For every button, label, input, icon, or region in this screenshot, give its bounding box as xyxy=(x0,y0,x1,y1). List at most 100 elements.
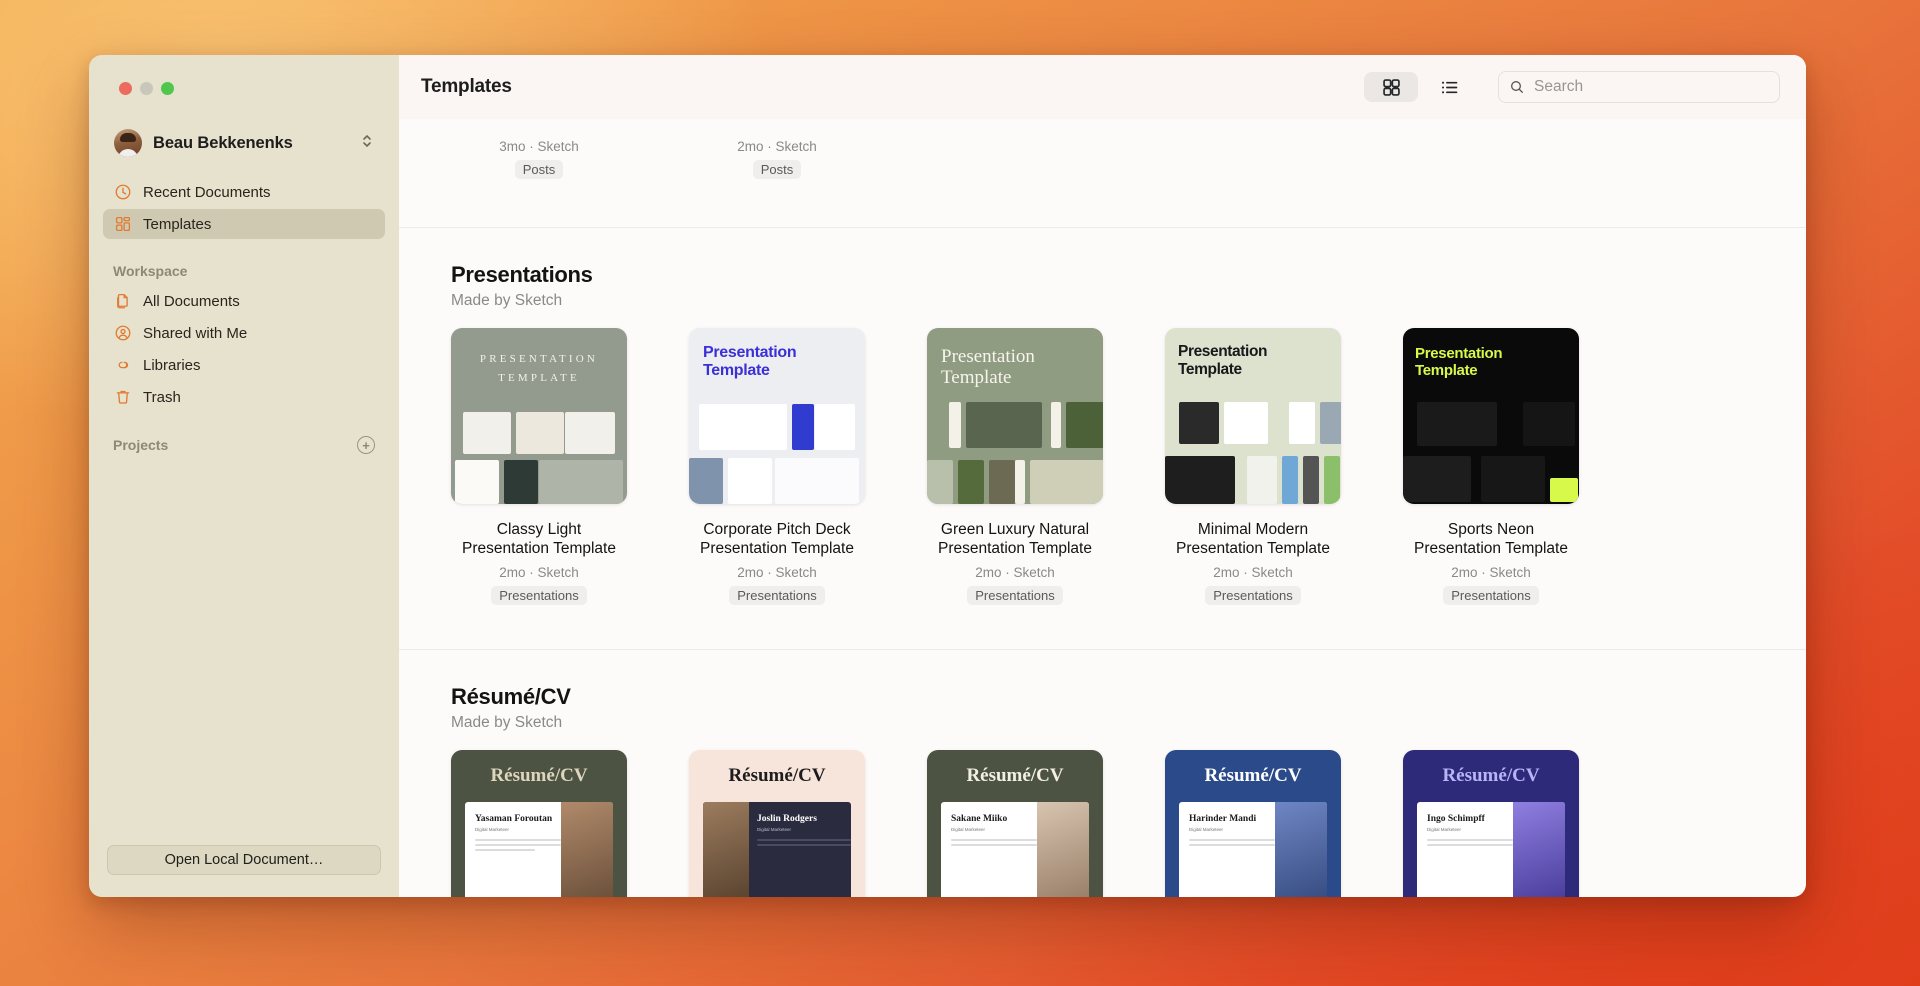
resume-grid: Résumé/CV Yasaman Foroutan Digital Marke… xyxy=(399,732,1806,897)
card-meta: 2mo · Sketch xyxy=(451,565,627,580)
search-icon xyxy=(1509,79,1525,95)
template-card[interactable]: 2mo · Sketch Posts xyxy=(689,125,865,179)
section-presentations: Presentations Made by Sketch PRESENTATIO… xyxy=(399,228,1806,605)
thumbnail-title: Presentation Template xyxy=(1178,343,1331,378)
card-badge: Posts xyxy=(753,160,802,179)
resume-person-name: Joslin Rodgers xyxy=(757,814,851,824)
resume-person-role: Digital Marketeer xyxy=(1427,827,1513,832)
account-name: Beau Bekkenenks xyxy=(153,134,361,153)
template-thumbnail: Résumé/CV Joslin Rodgers Digital Markete… xyxy=(689,750,865,897)
sidebar-item-trash[interactable]: Trash xyxy=(103,382,385,412)
view-mode-toggle xyxy=(1364,72,1476,102)
template-card-resume-3[interactable]: Résumé/CV Sakane Miiko Digital Marketeer xyxy=(927,750,1103,897)
card-title: Sports Neon Presentation Template xyxy=(1403,521,1579,558)
thumbnail-title: Résumé/CV xyxy=(1403,750,1579,802)
section-title: Résumé/CV xyxy=(451,684,1806,710)
card-badge: Presentations xyxy=(491,586,587,605)
window-traffic-lights xyxy=(89,55,399,95)
card-badge: Presentations xyxy=(729,586,825,605)
template-card-resume-2[interactable]: Résumé/CV Joslin Rodgers Digital Markete… xyxy=(689,750,865,897)
card-title: Minimal Modern Presentation Template xyxy=(1165,521,1341,558)
sidebar-item-recent-documents[interactable]: Recent Documents xyxy=(103,177,385,207)
thumbnail-title: Résumé/CV xyxy=(689,750,865,802)
template-thumbnail: Résumé/CV Sakane Miiko Digital Marketeer xyxy=(927,750,1103,897)
resume-person-name: Sakane Miiko xyxy=(951,814,1037,824)
resume-person-role: Digital Marketeer xyxy=(475,827,561,832)
presentations-grid: PRESENTATION TEMPLATE xyxy=(399,310,1806,605)
open-local-document-button[interactable]: Open Local Document… xyxy=(107,845,381,875)
section-title: Presentations xyxy=(451,262,1806,288)
card-meta: 2mo · Sketch xyxy=(689,565,865,580)
chevron-updown-icon xyxy=(361,132,373,155)
search-box[interactable] xyxy=(1498,71,1780,103)
resume-person-name: Yasaman Foroutan xyxy=(475,814,561,824)
card-meta: 2mo · Sketch xyxy=(1403,565,1579,580)
card-title: Green Luxury Natural Presentation Templa… xyxy=(927,521,1103,558)
sidebar-item-label: All Documents xyxy=(143,293,240,310)
templates-grid-icon xyxy=(113,215,132,234)
workspace-label: Workspace xyxy=(113,263,187,279)
grid-view-button[interactable] xyxy=(1364,72,1418,102)
template-thumbnail: PRESENTATION TEMPLATE xyxy=(451,328,627,504)
sidebar-item-label: Shared with Me xyxy=(143,325,247,342)
card-meta: 3mo · Sketch xyxy=(451,139,627,154)
toolbar: Templates xyxy=(399,55,1806,119)
template-thumbnail: Presentation Template xyxy=(689,328,865,504)
template-card-sports-neon[interactable]: Presentation Template xyxy=(1403,328,1579,605)
search-input[interactable] xyxy=(1534,78,1769,96)
account-switcher[interactable]: Beau Bekkenenks xyxy=(107,125,381,161)
template-card-minimal-modern[interactable]: Presentation Template xyxy=(1165,328,1341,605)
main-area: Templates xyxy=(399,55,1806,897)
card-meta: 2mo · Sketch xyxy=(689,139,865,154)
thumbnail-title: Presentation Template xyxy=(1415,345,1571,380)
section-subtitle: Made by Sketch xyxy=(451,714,1806,732)
card-title: Classy Light Presentation Template xyxy=(451,521,627,558)
sidebar-item-templates[interactable]: Templates xyxy=(103,209,385,239)
sidebar-item-libraries[interactable]: Libraries xyxy=(103,350,385,380)
template-card-resume-4[interactable]: Résumé/CV Harinder Mandi Digital Markete… xyxy=(1165,750,1341,897)
sidebar-item-all-documents[interactable]: All Documents xyxy=(103,286,385,316)
template-scroll-area[interactable]: 3mo · Sketch Posts 2mo · Sketch Posts Pr… xyxy=(399,119,1806,897)
grid-view-icon xyxy=(1381,77,1402,98)
resume-person-role: Digital Marketeer xyxy=(757,827,851,832)
zoom-button[interactable] xyxy=(161,82,174,95)
thumbnail-title: Presentation Template xyxy=(703,344,851,380)
sidebar-item-label: Libraries xyxy=(143,357,201,374)
section-posts-partial: 3mo · Sketch Posts 2mo · Sketch Posts xyxy=(399,119,1806,179)
projects-label: Projects xyxy=(113,437,168,453)
add-project-button[interactable]: + xyxy=(357,436,375,454)
close-button[interactable] xyxy=(119,82,132,95)
template-thumbnail: Presentation Template xyxy=(1403,328,1579,504)
template-card-corporate-pitch-deck[interactable]: Presentation Template xyxy=(689,328,865,605)
template-card-classy-light[interactable]: PRESENTATION TEMPLATE xyxy=(451,328,627,605)
avatar xyxy=(114,129,142,157)
template-card-resume-1[interactable]: Résumé/CV Yasaman Foroutan Digital Marke… xyxy=(451,750,627,897)
template-card-resume-5[interactable]: Résumé/CV Ingo Schimpff Digital Marketee… xyxy=(1403,750,1579,897)
template-card-green-luxury[interactable]: Presentation Template xyxy=(927,328,1103,605)
clock-icon xyxy=(113,183,132,202)
card-badge: Posts xyxy=(515,160,564,179)
template-thumbnail: Résumé/CV Ingo Schimpff Digital Marketee… xyxy=(1403,750,1579,897)
list-view-button[interactable] xyxy=(1422,72,1476,102)
card-badge: Presentations xyxy=(1205,586,1301,605)
sidebar-section-projects: Projects + xyxy=(89,436,399,454)
sidebar-item-shared-with-me[interactable]: Shared with Me xyxy=(103,318,385,348)
documents-icon xyxy=(113,292,132,311)
thumbnail-title: Presentation Template xyxy=(941,346,1093,389)
sidebar-item-label: Templates xyxy=(143,216,211,233)
sidebar: Beau Bekkenenks Recent Documents xyxy=(89,55,399,897)
minimize-button[interactable] xyxy=(140,82,153,95)
resume-person-name: Harinder Mandi xyxy=(1189,814,1275,824)
sidebar-footer: Open Local Document… xyxy=(89,845,399,897)
page-title: Templates xyxy=(421,76,512,98)
person-circle-icon xyxy=(113,324,132,343)
card-meta: 2mo · Sketch xyxy=(927,565,1103,580)
template-card[interactable]: 3mo · Sketch Posts xyxy=(451,125,627,179)
thumbnail-title: Résumé/CV xyxy=(927,750,1103,802)
resume-person-name: Ingo Schimpff xyxy=(1427,814,1513,824)
sidebar-section-workspace: Workspace xyxy=(89,263,399,279)
resume-person-role: Digital Marketeer xyxy=(951,827,1037,832)
sidebar-item-label: Recent Documents xyxy=(143,184,271,201)
list-view-icon xyxy=(1439,77,1460,98)
card-title: Corporate Pitch Deck Presentation Templa… xyxy=(689,521,865,558)
